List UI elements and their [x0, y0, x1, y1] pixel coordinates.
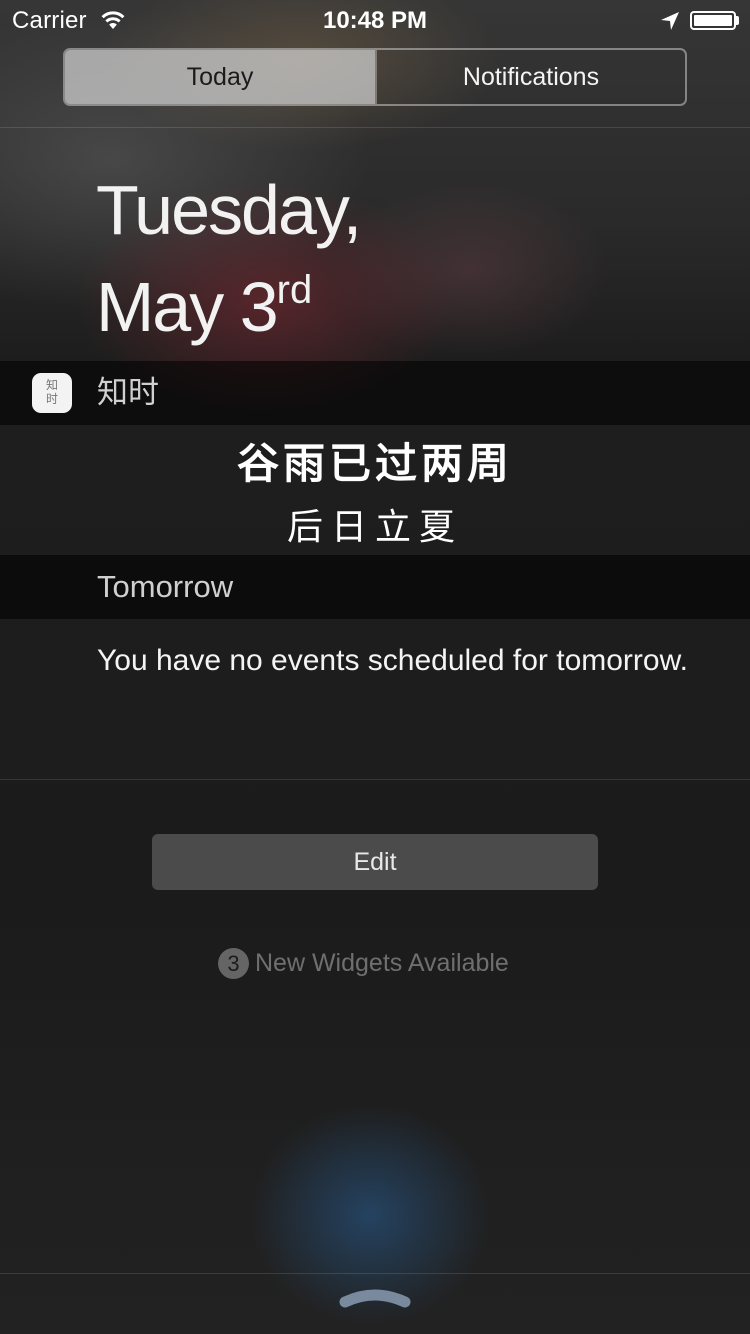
date-weekday: Tuesday,: [96, 171, 362, 249]
date-day: May 3: [96, 268, 279, 346]
location-arrow-icon: [661, 12, 679, 30]
divider: [0, 779, 750, 780]
widget-text-line: 谷雨已过两周: [236, 439, 513, 488]
date-month-day: May 3rd: [96, 250, 360, 347]
new-widgets-count-badge: 3: [218, 948, 249, 979]
new-widgets-label: New Widgets Available: [255, 949, 509, 977]
battery-tip: [736, 16, 739, 25]
widget-title: 知时: [97, 375, 159, 410]
widget-header-zhishi[interactable]: 知 时 知时: [0, 361, 750, 425]
widget-text-line: 后日立夏: [286, 507, 463, 548]
app-icon-glyph: 时: [45, 392, 58, 406]
widget-title: Tomorrow: [97, 569, 234, 604]
view-segmented-control: Today Notifications: [63, 48, 687, 106]
divider: [0, 127, 750, 128]
chevron-up-grabber-icon[interactable]: [338, 1286, 412, 1314]
date-header: Tuesday, May 3rd: [96, 170, 362, 347]
tab-today[interactable]: Today: [65, 50, 375, 104]
widget-header-tomorrow[interactable]: Tomorrow: [0, 555, 750, 619]
new-widgets-link[interactable]: 3 New Widgets Available: [218, 948, 509, 980]
no-events-message: You have no events scheduled for tomorro…: [97, 644, 688, 677]
app-icon-glyph: 知: [45, 378, 58, 392]
date-ordinal: rd: [276, 268, 313, 312]
divider: [0, 1273, 750, 1274]
clock: 10:48 PM: [322, 7, 428, 34]
battery-icon: [690, 11, 736, 30]
zhishi-app-icon: 知 时: [32, 373, 72, 413]
status-bar: Carrier 10:48 PM: [0, 0, 750, 40]
edit-button[interactable]: Edit: [152, 834, 598, 890]
tab-notifications[interactable]: Notifications: [375, 50, 685, 104]
